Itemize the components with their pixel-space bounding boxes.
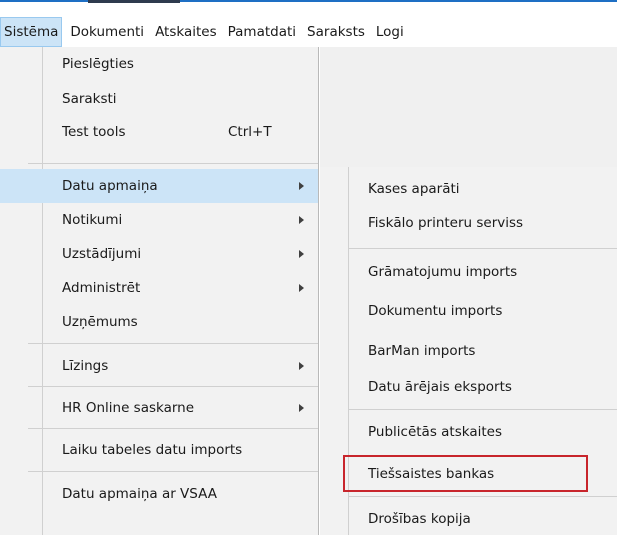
menu-saraksts[interactable]: Saraksts bbox=[304, 17, 368, 47]
menu-separator bbox=[28, 428, 318, 429]
menu-item-test-tools[interactable]: Test tools Ctrl+T bbox=[0, 115, 318, 149]
menu-item-label: BarMan imports bbox=[368, 343, 476, 359]
menu-item-label: Uzstādījumi bbox=[62, 246, 142, 262]
menu-item-label: Fiskālo printeru serviss bbox=[368, 215, 524, 231]
highlight-outline-tiessaistes-bankas bbox=[343, 455, 588, 492]
menu-separator bbox=[348, 496, 617, 497]
submenu-item-drosibas-kopija[interactable]: Drošības kopija bbox=[320, 502, 617, 536]
submenu-arrow-icon bbox=[299, 250, 304, 258]
menu-item-label: Test tools bbox=[62, 124, 126, 140]
menu-item-label: Datu ārējais eksports bbox=[368, 379, 512, 395]
menu-logi[interactable]: Logi bbox=[373, 17, 407, 47]
menu-item-administret[interactable]: Administrēt bbox=[0, 271, 318, 305]
submenu-arrow-icon bbox=[299, 182, 304, 190]
submenu-item-kases-aparati[interactable]: Kases aparāti bbox=[320, 172, 617, 206]
submenu-item-gramatojumu-imports[interactable]: Grāmatojumu imports bbox=[320, 255, 617, 289]
menu-item-piesleegties[interactable]: Pieslēgties bbox=[0, 47, 318, 81]
menu-dokumenti[interactable]: Dokumenti bbox=[67, 17, 147, 47]
submenu-item-fiskalo-printeru[interactable]: Fiskālo printeru serviss bbox=[320, 206, 617, 240]
submenu-arrow-icon bbox=[299, 404, 304, 412]
system-dropdown-menu: Pieslēgties Saraksti Test tools Ctrl+T D… bbox=[0, 47, 319, 535]
menu-item-label: Notikumi bbox=[62, 212, 123, 228]
submenu-arrow-icon bbox=[299, 284, 304, 292]
menu-item-label: Kases aparāti bbox=[368, 181, 460, 197]
submenu-item-publicetas-atskaites[interactable]: Publicētās atskaites bbox=[320, 415, 617, 449]
submenu-arrow-icon bbox=[299, 362, 304, 370]
menu-separator bbox=[348, 409, 617, 410]
submenu-item-datu-arejais-eksports[interactable]: Datu ārējais eksports bbox=[320, 370, 617, 404]
menu-atskaites[interactable]: Atskaites bbox=[152, 17, 220, 47]
menu-item-label: Dokumentu imports bbox=[368, 303, 503, 319]
menu-item-label: Administrēt bbox=[62, 280, 141, 296]
menu-item-saraksti[interactable]: Saraksti bbox=[0, 82, 318, 116]
menu-item-label: Saraksti bbox=[62, 91, 117, 107]
menu-separator bbox=[28, 343, 318, 344]
menu-item-laiku-tabeles[interactable]: Laiku tabeles datu imports bbox=[0, 433, 318, 467]
menu-item-datu-apmaina-vsaa[interactable]: Datu apmaiņa ar VSAA bbox=[0, 477, 318, 511]
window-top-accent-dark bbox=[88, 0, 180, 3]
menu-item-notikumi[interactable]: Notikumi bbox=[0, 203, 318, 237]
menu-item-shortcut: Ctrl+T bbox=[228, 124, 272, 140]
menu-separator bbox=[28, 386, 318, 387]
menu-item-label: Drošības kopija bbox=[368, 511, 471, 527]
menu-item-label: Datu apmaiņa bbox=[62, 178, 158, 194]
menu-item-label: Publicētās atskaites bbox=[368, 424, 502, 440]
menu-separator bbox=[28, 163, 318, 164]
workspace-background bbox=[320, 47, 617, 167]
menu-item-uznemums[interactable]: Uzņēmums bbox=[0, 305, 318, 339]
menu-separator bbox=[28, 471, 318, 472]
menu-separator bbox=[348, 248, 617, 249]
submenu-arrow-icon bbox=[299, 216, 304, 224]
submenu-item-dokumentu-imports[interactable]: Dokumentu imports bbox=[320, 294, 617, 328]
menu-bar: Sistēma Dokumenti Atskaites Pamatdati Sa… bbox=[0, 17, 617, 47]
menu-item-label: Līzings bbox=[62, 358, 109, 374]
menu-item-label: Uzņēmums bbox=[62, 314, 138, 330]
menu-item-label: Pieslēgties bbox=[62, 56, 134, 72]
menu-sistema[interactable]: Sistēma bbox=[0, 17, 63, 47]
menu-item-label: Datu apmaiņa ar VSAA bbox=[62, 486, 217, 502]
menu-item-hr-online[interactable]: HR Online saskarne bbox=[0, 391, 318, 425]
submenu-item-barman-imports[interactable]: BarMan imports bbox=[320, 334, 617, 368]
menu-pamatdati[interactable]: Pamatdati bbox=[225, 17, 299, 47]
menu-item-lizings[interactable]: Līzings bbox=[0, 349, 318, 383]
menu-item-label: Laiku tabeles datu imports bbox=[62, 442, 243, 458]
menu-item-label: HR Online saskarne bbox=[62, 400, 195, 416]
menu-item-label: Grāmatojumu imports bbox=[368, 264, 518, 280]
menu-item-datu-apmaina[interactable]: Datu apmaiņa bbox=[0, 169, 318, 203]
menu-item-uzstadijumi[interactable]: Uzstādījumi bbox=[0, 237, 318, 271]
